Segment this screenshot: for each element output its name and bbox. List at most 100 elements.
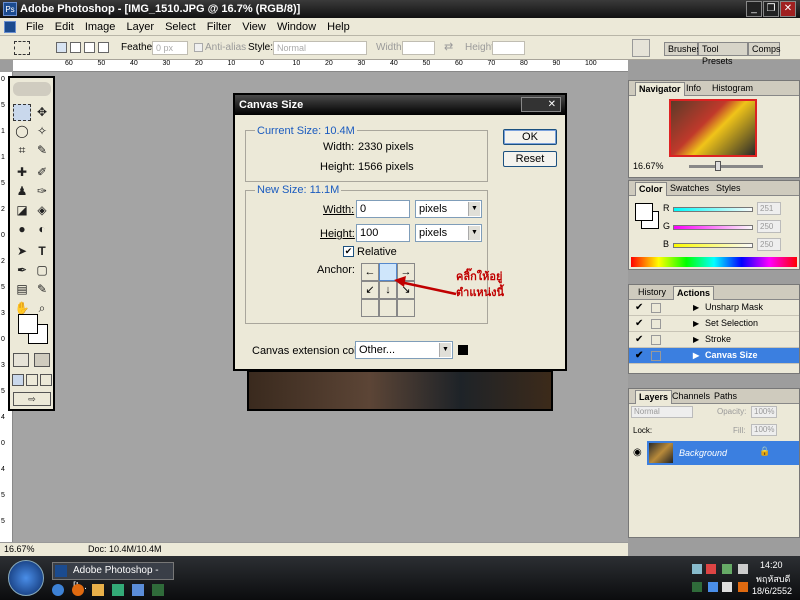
screen-mode-2-icon[interactable] bbox=[26, 374, 38, 386]
file-browser-icon[interactable] bbox=[632, 39, 650, 57]
tab-actions[interactable]: Actions bbox=[673, 286, 715, 300]
menu-file[interactable]: File bbox=[22, 18, 48, 36]
color-fg-swatch[interactable] bbox=[635, 203, 653, 221]
menu-layer[interactable]: Layer bbox=[122, 18, 158, 36]
marquee-preset-icon[interactable] bbox=[14, 41, 30, 55]
tray-icon[interactable] bbox=[708, 582, 718, 592]
status-zoom[interactable]: 16.67% bbox=[4, 543, 35, 556]
new-height-input[interactable]: 100 bbox=[356, 224, 410, 242]
well-tab-comps[interactable]: Comps bbox=[748, 42, 781, 56]
tray-icon[interactable] bbox=[722, 564, 732, 574]
reset-button[interactable]: Reset bbox=[503, 151, 557, 167]
anchor-bottom-left[interactable] bbox=[361, 299, 379, 317]
blur-tool-icon[interactable]: ● bbox=[13, 221, 31, 238]
eraser-tool-icon[interactable]: ◪ bbox=[13, 202, 31, 219]
jump-to-imageready-icon[interactable]: ⇨ bbox=[13, 392, 51, 406]
antialias-checkbox[interactable] bbox=[194, 43, 203, 52]
menu-image[interactable]: Image bbox=[81, 18, 120, 36]
ok-button[interactable]: OK bbox=[503, 129, 557, 145]
type-tool-icon[interactable]: T bbox=[33, 243, 51, 260]
menu-filter[interactable]: Filter bbox=[203, 18, 235, 36]
start-button[interactable] bbox=[8, 560, 44, 596]
maximize-button[interactable]: ❐ bbox=[763, 1, 779, 17]
app-icon[interactable] bbox=[112, 584, 124, 596]
add-selection-icon[interactable] bbox=[70, 42, 81, 53]
b-value[interactable]: 250 bbox=[757, 238, 781, 251]
tab-paths[interactable]: Paths bbox=[711, 390, 740, 404]
eyedropper-icon[interactable]: ✎ bbox=[33, 281, 51, 298]
taskbar-photoshop-button[interactable]: Adobe Photoshop - [I... bbox=[52, 562, 174, 592]
action-row[interactable]: ✔ ▶ Set Selection bbox=[629, 316, 799, 332]
relative-checkbox[interactable]: ✔ bbox=[343, 246, 354, 257]
firefox-icon[interactable] bbox=[72, 584, 84, 596]
marquee-tool-icon[interactable] bbox=[13, 104, 31, 121]
tray-icon[interactable] bbox=[722, 582, 732, 592]
ie-icon[interactable] bbox=[52, 584, 64, 596]
crop-tool-icon[interactable]: ⌗ bbox=[13, 142, 31, 159]
tab-color[interactable]: Color bbox=[635, 182, 667, 196]
eye-icon[interactable]: ◉ bbox=[633, 447, 642, 458]
action-row-selected[interactable]: ✔ ▶ Canvas Size bbox=[629, 348, 799, 364]
g-value[interactable]: 250 bbox=[757, 220, 781, 233]
feather-input[interactable]: 0 px bbox=[152, 41, 188, 55]
anchor-middle-left[interactable]: ↙ bbox=[361, 281, 379, 299]
blend-mode-select[interactable]: Normal bbox=[631, 406, 693, 418]
menu-window[interactable]: Window bbox=[273, 18, 320, 36]
app-icon-2[interactable] bbox=[132, 584, 144, 596]
tab-history[interactable]: History bbox=[635, 286, 669, 300]
app-icon-3[interactable] bbox=[152, 584, 164, 596]
width-unit-select[interactable]: pixels ▼ bbox=[415, 200, 482, 218]
b-slider[interactable] bbox=[673, 243, 753, 248]
intersect-selection-icon[interactable] bbox=[98, 42, 109, 53]
fill-input[interactable]: 100% bbox=[751, 424, 777, 436]
minimize-button[interactable]: _ bbox=[746, 1, 762, 17]
tab-navigator[interactable]: Navigator bbox=[635, 82, 685, 96]
tray-icon[interactable] bbox=[738, 564, 748, 574]
folder-icon[interactable] bbox=[92, 584, 104, 596]
new-selection-icon[interactable] bbox=[56, 42, 67, 53]
menu-help[interactable]: Help bbox=[323, 18, 354, 36]
history-brush-icon[interactable]: ✑ bbox=[33, 183, 51, 200]
bucket-tool-icon[interactable]: ◈ bbox=[33, 202, 51, 219]
tab-info[interactable]: Info bbox=[683, 82, 704, 96]
action-row[interactable]: ✔ ▶ Stroke bbox=[629, 332, 799, 348]
lasso-tool-icon[interactable]: ◯ bbox=[13, 123, 31, 140]
height-unit-select[interactable]: pixels ▼ bbox=[415, 224, 482, 242]
navigator-slider-thumb[interactable] bbox=[715, 161, 721, 171]
close-button[interactable]: ✕ bbox=[780, 1, 796, 17]
navigator-thumbnail[interactable] bbox=[669, 99, 757, 157]
tab-layers[interactable]: Layers bbox=[635, 390, 673, 404]
opacity-input[interactable]: 100% bbox=[751, 406, 777, 418]
shape-tool-icon[interactable]: ▢ bbox=[33, 262, 51, 279]
swap-icon[interactable]: ⇄ bbox=[444, 40, 453, 53]
tab-swatches[interactable]: Swatches bbox=[667, 182, 712, 196]
screen-mode-1-icon[interactable] bbox=[12, 374, 24, 386]
height-input[interactable] bbox=[492, 41, 525, 55]
path-select-icon[interactable]: ➤ bbox=[13, 243, 31, 260]
tray-icon[interactable] bbox=[692, 582, 702, 592]
menu-view[interactable]: View bbox=[238, 18, 270, 36]
well-tab-brushes[interactable]: Brushes bbox=[664, 42, 701, 56]
dodge-tool-icon[interactable]: ◐ bbox=[33, 221, 51, 238]
menu-edit[interactable]: Edit bbox=[51, 18, 78, 36]
extension-color-swatch[interactable] bbox=[458, 345, 468, 355]
g-slider[interactable] bbox=[673, 225, 753, 230]
magic-wand-icon[interactable]: ✧ bbox=[33, 123, 51, 140]
stamp-tool-icon[interactable]: ♟ bbox=[13, 183, 31, 200]
healing-brush-icon[interactable]: ✚ bbox=[13, 164, 31, 181]
clock-time[interactable]: 14:20 bbox=[760, 560, 783, 570]
tab-channels[interactable]: Channels bbox=[669, 390, 713, 404]
anchor-top-left[interactable]: ← bbox=[361, 263, 379, 281]
subtract-selection-icon[interactable] bbox=[84, 42, 95, 53]
status-doc-size[interactable]: Doc: 10.4M/10.4M bbox=[88, 543, 162, 556]
move-tool-icon[interactable]: ✥ bbox=[33, 104, 51, 121]
tray-icon[interactable] bbox=[692, 564, 702, 574]
navigator-zoom-slider[interactable] bbox=[689, 165, 763, 168]
menu-select[interactable]: Select bbox=[161, 18, 200, 36]
tab-styles[interactable]: Styles bbox=[713, 182, 744, 196]
pen-tool-icon[interactable]: ✒ bbox=[13, 262, 31, 279]
anchor-bottom-center[interactable] bbox=[379, 299, 397, 317]
style-select[interactable]: Normal bbox=[273, 41, 367, 55]
brush-tool-icon[interactable]: ✐ bbox=[33, 164, 51, 181]
dialog-close-button[interactable]: ✕ bbox=[521, 97, 561, 112]
